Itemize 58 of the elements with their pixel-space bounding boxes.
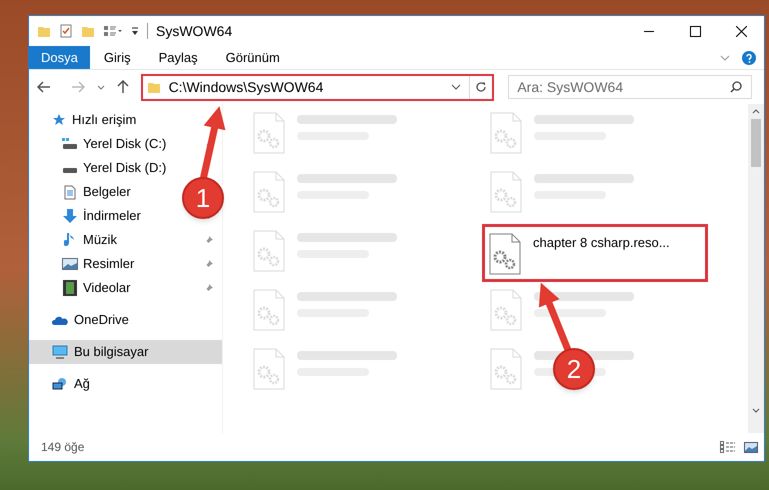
forward-arrow-icon[interactable] bbox=[70, 81, 85, 93]
file-name: chapter 8 csharp.reso... bbox=[533, 234, 670, 252]
navigation-item[interactable]: Videolar bbox=[61, 278, 130, 298]
navigation-item[interactable]: Resimler bbox=[61, 254, 134, 274]
star-icon bbox=[52, 113, 66, 127]
picture-icon bbox=[62, 258, 78, 270]
scroll-up-icon[interactable] bbox=[752, 109, 760, 114]
window-title: SysWOW64 bbox=[156, 22, 232, 41]
chevron-down-icon[interactable] bbox=[451, 84, 462, 90]
ribbon-tab[interactable]: Giriş bbox=[90, 46, 145, 69]
drive-icon bbox=[62, 138, 78, 150]
monitor-icon bbox=[52, 345, 68, 359]
navigation-item[interactable]: Bu bilgisayar bbox=[52, 342, 148, 362]
recent-locations-icon[interactable] bbox=[96, 84, 105, 90]
music-note-icon bbox=[64, 232, 76, 248]
download-arrow-icon bbox=[62, 208, 78, 224]
help-icon[interactable] bbox=[742, 50, 756, 64]
minimize-icon bbox=[644, 30, 654, 32]
navigation-item[interactable]: Yerel Disk (D:) bbox=[61, 158, 166, 178]
navigation-item[interactable]: OneDrive bbox=[52, 310, 129, 330]
refresh-icon[interactable] bbox=[475, 81, 488, 93]
film-icon bbox=[63, 280, 77, 296]
properties-icon[interactable] bbox=[59, 24, 73, 38]
back-arrow-icon[interactable] bbox=[37, 81, 51, 93]
folder-icon bbox=[146, 80, 161, 94]
navigation-item[interactable]: Ağ bbox=[52, 374, 90, 394]
address-bar[interactable]: C:\Windows\SysWOW64 bbox=[140, 74, 494, 100]
navigation-item[interactable]: Hızlı erişim bbox=[52, 110, 136, 130]
ribbon-tab[interactable]: Görünüm bbox=[212, 46, 294, 69]
navigation-item[interactable]: Belgeler bbox=[61, 182, 131, 202]
network-icon bbox=[52, 377, 68, 391]
pin-icon[interactable] bbox=[204, 235, 214, 245]
navigation-item[interactable]: Yerel Disk (C:) bbox=[61, 134, 166, 154]
gear-file-icon[interactable] bbox=[489, 233, 521, 275]
dropdown-icon[interactable] bbox=[131, 26, 139, 36]
search-icon bbox=[730, 81, 742, 93]
folder-icon[interactable] bbox=[37, 24, 51, 38]
navigation-item[interactable]: İndirmeler bbox=[61, 206, 141, 226]
address-path: C:\Windows\SysWOW64 bbox=[168, 78, 324, 97]
view-options-icon[interactable] bbox=[103, 24, 123, 38]
item-count: 149 öğe bbox=[41, 439, 84, 456]
cloud-icon bbox=[52, 315, 68, 325]
search-field[interactable]: Ara: SysWOW64 bbox=[508, 75, 752, 99]
up-arrow-icon[interactable] bbox=[116, 80, 129, 94]
ribbon-tab[interactable]: Paylaş bbox=[144, 46, 212, 69]
new-folder-icon[interactable] bbox=[81, 24, 95, 38]
details-view-icon[interactable] bbox=[720, 441, 736, 453]
pin-icon[interactable] bbox=[204, 283, 214, 293]
large-icons-view-icon[interactable] bbox=[744, 442, 758, 452]
close-icon bbox=[736, 26, 746, 36]
pin-icon[interactable] bbox=[204, 259, 214, 269]
maximize-icon bbox=[690, 26, 700, 36]
ribbon-tab[interactable]: Dosya bbox=[29, 46, 90, 69]
scroll-thumb[interactable] bbox=[751, 119, 761, 167]
document-icon bbox=[64, 184, 76, 200]
scroll-down-icon[interactable] bbox=[752, 408, 760, 413]
scrollbar[interactable] bbox=[748, 104, 764, 433]
navigation-item[interactable]: Müzik bbox=[61, 230, 117, 250]
